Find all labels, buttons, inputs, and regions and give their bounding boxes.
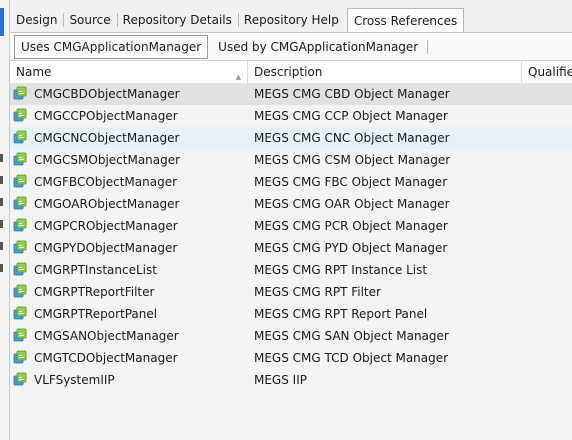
row-description: MEGS CMG CBD Object Manager: [254, 87, 450, 101]
row-description: MEGS CMG RPT Instance List: [254, 263, 428, 277]
row-description: MEGS CMG PCR Object Manager: [254, 219, 448, 233]
grid-rows: CMGCBDObjectManager MEGS CMG CBD Object M…: [10, 83, 572, 391]
row-name: CMGOARObjectManager: [34, 197, 180, 211]
row-name: CMGRPTInstanceList: [34, 263, 157, 277]
adjacent-panel-tick: [0, 198, 3, 206]
adjacent-panel-edge: [0, 0, 10, 440]
tab-used-by[interactable]: Used by CMGApplicationManager: [212, 36, 429, 58]
table-row[interactable]: CMGRPTReportFilter MEGS CMG RPT Filter: [10, 281, 572, 303]
object-component-icon: [13, 152, 27, 166]
row-description: MEGS CMG CNC Object Manager: [254, 131, 450, 145]
table-row[interactable]: CMGFBCObjectManager MEGS CMG FBC Object M…: [10, 171, 572, 193]
row-name: CMGRPTReportFilter: [34, 285, 155, 299]
row-description: MEGS CMG OAR Object Manager: [254, 197, 450, 211]
object-component-icon: [13, 174, 27, 188]
sort-up-icon: ▲: [235, 73, 241, 81]
table-row[interactable]: CMGCSMObjectManager MEGS CMG CSM Object M…: [10, 149, 572, 171]
row-name: CMGTCDObjectManager: [34, 351, 178, 365]
table-row[interactable]: CMGCBDObjectManager MEGS CMG CBD Object M…: [10, 83, 572, 105]
row-name: CMGCBDObjectManager: [34, 87, 180, 101]
cross-references-panel: Design Source Repository Details Reposit…: [0, 0, 572, 440]
object-component-icon: [13, 284, 27, 298]
adjacent-panel-tick: [0, 154, 3, 162]
tab-design[interactable]: Design: [10, 8, 63, 32]
row-description: MEGS CMG SAN Object Manager: [254, 329, 449, 343]
column-header-description[interactable]: Description: [248, 61, 522, 83]
row-description: MEGS CMG TCD Object Manager: [254, 351, 449, 365]
tab-repository-details[interactable]: Repository Details: [116, 8, 238, 32]
table-row[interactable]: CMGPYDObjectManager MEGS CMG PYD Object M…: [10, 237, 572, 259]
table-row[interactable]: CMGCNCObjectManager MEGS CMG CNC Object M…: [10, 127, 572, 149]
row-description: MEGS CMG CCP Object Manager: [254, 109, 448, 123]
table-row[interactable]: CMGSANObjectManager MEGS CMG SAN Object M…: [10, 325, 572, 347]
object-component-icon: [13, 130, 27, 144]
table-row[interactable]: CMGTCDObjectManager MEGS CMG TCD Object M…: [10, 347, 572, 369]
tab-source[interactable]: Source: [63, 8, 116, 32]
object-component-icon: [13, 86, 27, 100]
table-row[interactable]: CMGOARObjectManager MEGS CMG OAR Object M…: [10, 193, 572, 215]
adjacent-panel-tick: [0, 242, 3, 250]
object-component-icon: [13, 218, 27, 232]
adjacent-panel-tick: [0, 220, 3, 228]
object-component-icon: [13, 262, 27, 276]
table-row[interactable]: CMGRPTReportPanel MEGS CMG RPT Report Pan…: [10, 303, 572, 325]
object-component-icon: [13, 108, 27, 122]
row-name: CMGCSMObjectManager: [34, 153, 181, 167]
column-header-name[interactable]: Name ▲: [10, 61, 248, 83]
object-component-icon: [13, 372, 27, 386]
row-name: VLFSystemIIP: [34, 373, 115, 387]
tab-cross-references[interactable]: Cross References: [346, 8, 465, 32]
row-description: MEGS CMG PYD Object Manager: [254, 241, 448, 255]
object-component-icon: [13, 350, 27, 364]
row-name: CMGCCPObjectManager: [34, 109, 178, 123]
object-component-icon: [13, 306, 27, 320]
table-row[interactable]: CMGCCPObjectManager MEGS CMG CCP Object M…: [10, 105, 572, 127]
tab-repository-help[interactable]: Repository Help: [237, 8, 345, 32]
row-description: MEGS CMG RPT Report Panel: [254, 307, 428, 321]
table-row[interactable]: CMGPCRObjectManager MEGS CMG PCR Object M…: [10, 215, 572, 237]
object-component-icon: [13, 240, 27, 254]
row-description: MEGS CMG RPT Filter: [254, 285, 381, 299]
object-component-icon: [13, 196, 27, 210]
object-component-icon: [13, 328, 27, 342]
column-header-qualifier[interactable]: Qualifier: [522, 61, 572, 83]
grid-header: Name ▲ Description Qualifier: [10, 61, 572, 84]
adjacent-panel-highlight: [0, 8, 4, 36]
row-description: MEGS CMG FBC Object Manager: [254, 175, 448, 189]
cross-reference-subtab-bar: Uses CMGApplicationManager Used by CMGAp…: [10, 32, 572, 61]
table-row[interactable]: CMGRPTInstanceList MEGS CMG RPT Instance …: [10, 259, 572, 281]
row-name: CMGPYDObjectManager: [34, 241, 178, 255]
adjacent-panel-tick: [0, 176, 3, 184]
editor-tab-bar: Design Source Repository Details Reposit…: [10, 8, 572, 32]
row-name: CMGPCRObjectManager: [34, 219, 178, 233]
row-name: CMGSANObjectManager: [34, 329, 179, 343]
column-header-name-label: Name: [16, 65, 52, 79]
table-row[interactable]: VLFSystemIIP MEGS IIP: [10, 369, 572, 391]
row-name: CMGFBCObjectManager: [34, 175, 178, 189]
row-name: CMGCNCObjectManager: [34, 131, 180, 145]
row-description: MEGS IIP: [254, 373, 307, 387]
cross-reference-grid: Name ▲ Description Qualifier CMGCBDObjec…: [10, 60, 572, 440]
row-name: CMGRPTReportPanel: [34, 307, 158, 321]
tab-uses[interactable]: Uses CMGApplicationManager: [14, 35, 209, 59]
adjacent-panel-tick: [0, 264, 3, 272]
row-description: MEGS CMG CSM Object Manager: [254, 153, 451, 167]
